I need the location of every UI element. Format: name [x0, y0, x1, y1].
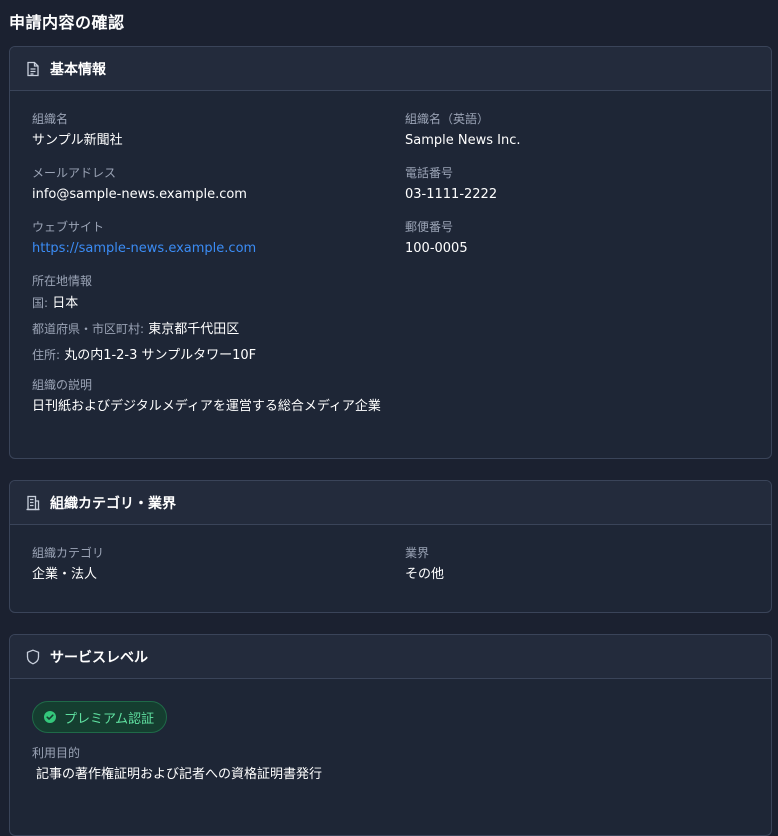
org-name-en-value: Sample News Inc. — [405, 133, 521, 148]
address-value: 丸の内1-2-3 サンプルタワー10F — [64, 348, 257, 363]
postal-label: 郵便番号 — [405, 220, 454, 234]
phone-label: 電話番号 — [405, 166, 454, 180]
purpose-value: 記事の著作権証明および記者への資格証明書発行 — [36, 767, 323, 782]
prefecture-value: 東京都千代田区 — [148, 322, 240, 337]
location-field: 所在地情報 国: 日本 都道府県・市区町村: 東京都千代田区 住所: 丸の内1-… — [32, 273, 749, 365]
purpose-label: 利用目的 — [32, 746, 81, 760]
website-field: ウェブサイト https://sample-news.example.com — [32, 219, 405, 258]
description-field: 組織の説明 日刊紙およびデジタルメディアを運営する総合メディア企業 — [32, 377, 749, 416]
org-name-value: サンプル新聞社 — [32, 133, 123, 148]
category-card: 組織カテゴリ・業界 組織カテゴリ 企業・法人 業界 その他 — [9, 480, 772, 613]
postal-value: 100-0005 — [405, 241, 468, 256]
premium-badge: プレミアム認証 — [32, 701, 168, 733]
org-name-en-field: 組織名（英語） Sample News Inc. — [405, 111, 749, 150]
basic-info-card: 基本情報 組織名 サンプル新聞社 組織名（英語） Sample News Inc… — [9, 46, 772, 459]
phone-field: 電話番号 03-1111-2222 — [405, 165, 749, 204]
org-category-value: 企業・法人 — [32, 567, 98, 582]
document-icon — [24, 60, 42, 78]
website-label: ウェブサイト — [32, 220, 105, 234]
org-category-label: 組織カテゴリ — [32, 546, 105, 560]
org-name-field: 組織名 サンプル新聞社 — [32, 111, 405, 150]
building-icon — [24, 494, 42, 512]
org-name-label: 組織名 — [32, 112, 69, 126]
email-field: メールアドレス info@sample-news.example.com — [32, 165, 405, 204]
country-line: 国: 日本 — [32, 294, 749, 313]
website-link[interactable]: https://sample-news.example.com — [32, 240, 405, 258]
service-level-header: サービスレベル — [10, 635, 771, 679]
postal-field: 郵便番号 100-0005 — [405, 219, 749, 258]
org-category-field: 組織カテゴリ 企業・法人 — [32, 545, 405, 584]
service-level-title: サービスレベル — [50, 649, 148, 666]
service-level-card: サービスレベル プレミアム認証 利用目的 記事の著作権証明および記者への資格証明… — [9, 634, 772, 836]
location-label: 所在地情報 — [32, 274, 93, 288]
address-prefix: 住所: — [32, 348, 61, 362]
category-body: 組織カテゴリ 企業・法人 業界 その他 — [10, 525, 771, 612]
application-review-page: 申請内容の確認 基本情報 組織名 サンプル新聞社 組織名（英語） Sample … — [0, 0, 778, 836]
basic-info-title: 基本情報 — [50, 61, 106, 78]
service-level-body: プレミアム認証 利用目的 記事の著作権証明および記者への資格証明書発行 — [10, 679, 771, 798]
description-label: 組織の説明 — [32, 378, 93, 392]
category-header: 組織カテゴリ・業界 — [10, 481, 771, 525]
org-name-en-label: 組織名（英語） — [405, 112, 490, 126]
industry-label: 業界 — [405, 546, 430, 560]
address-line: 住所: 丸の内1-2-3 サンプルタワー10F — [32, 346, 749, 365]
phone-value: 03-1111-2222 — [405, 187, 498, 202]
prefecture-line: 都道府県・市区町村: 東京都千代田区 — [32, 320, 749, 339]
category-title: 組織カテゴリ・業界 — [50, 495, 176, 512]
basic-info-header: 基本情報 — [10, 47, 771, 91]
industry-value: その他 — [405, 567, 445, 582]
shield-icon — [24, 648, 42, 666]
email-value: info@sample-news.example.com — [32, 187, 247, 202]
check-circle-icon — [44, 711, 56, 723]
basic-info-body: 組織名 サンプル新聞社 組織名（英語） Sample News Inc. メール… — [10, 91, 771, 445]
prefecture-prefix: 都道府県・市区町村: — [32, 322, 145, 336]
page-title: 申請内容の確認 — [9, 13, 125, 32]
email-label: メールアドレス — [32, 166, 117, 180]
country-value: 日本 — [52, 296, 79, 311]
description-value: 日刊紙およびデジタルメディアを運営する総合メディア企業 — [32, 399, 381, 414]
country-prefix: 国: — [32, 296, 49, 310]
industry-field: 業界 その他 — [405, 545, 749, 584]
premium-badge-label: プレミアム認証 — [64, 711, 155, 727]
